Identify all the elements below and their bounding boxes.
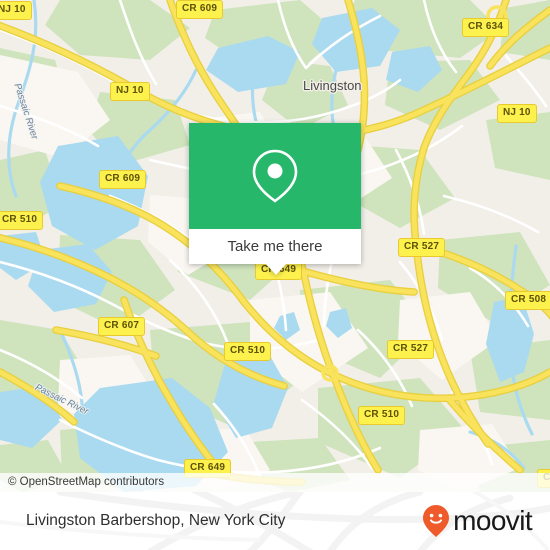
moovit-wordmark: moovit xyxy=(453,505,532,536)
road-shield-cr527-upper[interactable]: CR 527 xyxy=(398,238,446,257)
location-callout[interactable]: Take me there xyxy=(189,123,361,275)
moovit-map-screen: Livingston Passaic River Passaic River N… xyxy=(0,0,550,550)
take-me-there-label: Take me there xyxy=(227,238,323,255)
road-shield-nj10-center[interactable]: NJ 10 xyxy=(110,82,150,101)
footer-row: Livingston Barbershop, New York City moo… xyxy=(0,492,550,550)
road-shield-cr609-mid[interactable]: CR 609 xyxy=(99,170,147,189)
road-shield-cr609-top[interactable]: CR 609 xyxy=(176,0,224,19)
road-shield-cr510-center[interactable]: CR 510 xyxy=(224,342,272,361)
road-shield-cr510-lower[interactable]: CR 510 xyxy=(358,406,406,425)
road-shield-nj10-right[interactable]: NJ 10 xyxy=(497,104,537,123)
moovit-logo[interactable]: moovit xyxy=(421,504,533,538)
road-shield-cr510-left[interactable]: CR 510 xyxy=(0,211,44,230)
callout-image xyxy=(189,123,361,229)
road-shield-cr527-lower[interactable]: CR 527 xyxy=(387,340,435,359)
page-title: Livingston Barbershop, New York City xyxy=(26,512,286,529)
footer-bar: Livingston Barbershop, New York City moo… xyxy=(0,492,550,550)
road-shield-cr607[interactable]: CR 607 xyxy=(98,317,146,336)
road-shield-cr634[interactable]: CR 634 xyxy=(462,18,510,37)
callout-pointer xyxy=(265,263,287,275)
moovit-pin-icon xyxy=(423,505,450,537)
road-shield-nj10-topleft[interactable]: NJ 10 xyxy=(0,1,32,20)
road-shield-cr508[interactable]: CR 508 xyxy=(505,291,550,310)
place-label-livingston: Livingston xyxy=(303,78,362,93)
map-pin-icon xyxy=(252,149,298,203)
take-me-there-button[interactable]: Take me there xyxy=(189,229,361,264)
map-attribution[interactable]: © OpenStreetMap contributors xyxy=(0,473,550,492)
